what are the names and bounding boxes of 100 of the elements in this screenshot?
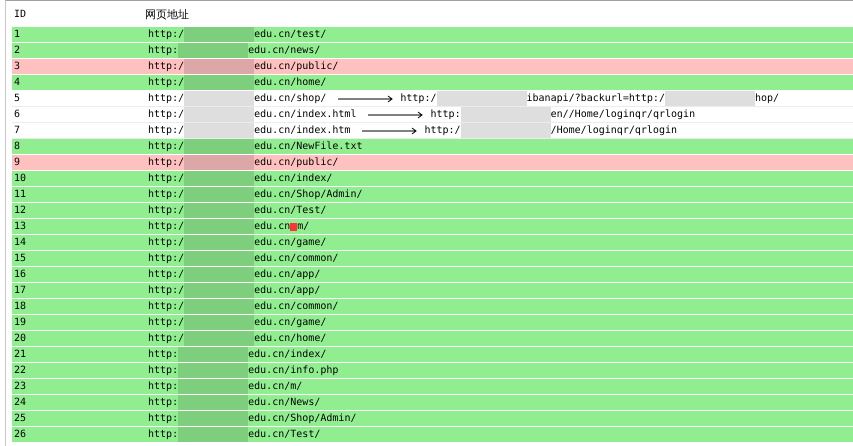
table-row[interactable]: 19 http:/ edu.cn/game/ — [12, 315, 853, 331]
id-cell-text: 20 — [13, 333, 28, 344]
url-text: http:/ — [148, 157, 184, 168]
url-text: http: — [148, 397, 178, 408]
redaction-blur — [184, 91, 254, 106]
url-text: edu.cn/public/ — [254, 61, 338, 72]
id-cell-text: 3 — [13, 61, 22, 72]
id-cell-text: 10 — [13, 173, 28, 184]
url-text: http:/ — [148, 77, 184, 88]
url-text: http:/ — [148, 205, 184, 216]
url-text: http:/ — [148, 285, 184, 296]
id-cell-text: 2 — [13, 45, 22, 56]
url-text: http:/ — [148, 141, 184, 152]
table-row[interactable]: 15 http:/ edu.cn/common/ — [12, 251, 853, 267]
url-text: ibanapi/?backurl=http:/ — [526, 93, 665, 104]
url-text: /Home/loginqr/qrlogin — [550, 125, 678, 136]
id-cell-text: 7 — [13, 125, 22, 136]
table-row[interactable]: 22 http: edu.cn/info.php — [12, 363, 853, 379]
table-row[interactable]: 16 http:/ edu.cn/app/ — [12, 267, 853, 283]
url-text: edu.cn/News/ — [248, 397, 320, 408]
redaction-blur — [184, 139, 254, 154]
table-row[interactable]: 1 http:/ edu.cn/test/ — [12, 27, 853, 43]
url-text: http: — [148, 349, 178, 360]
table-row[interactable]: 14 http:/ edu.cn/game/ — [12, 235, 853, 251]
column-header[interactable]: 网页地址 — [143, 1, 853, 27]
url-text: http:/ — [148, 317, 184, 328]
url-text: edu.cn/NewFile.txt — [254, 141, 362, 152]
id-cell-text: 14 — [13, 237, 28, 248]
url-text: http:/ — [148, 189, 184, 200]
table-row[interactable]: 2 http: edu.cn/news/ — [12, 43, 853, 59]
url-text: http:/ — [148, 269, 184, 280]
table-row[interactable]: 25 http: edu.cn/Shop/Admin/ — [12, 411, 853, 427]
table-row[interactable]: 6 http:/ edu.cn/index.html http: en//Home/loginqr/qrlogin — [12, 107, 853, 123]
table-row[interactable]: 10 http:/ edu.cn/index/ — [12, 171, 853, 187]
table-row[interactable]: 21 http: edu.cn/index/ — [12, 347, 853, 363]
table-row[interactable]: 11 http:/ edu.cn/Shop/Admin/ — [12, 187, 853, 203]
url-text: edu.cn/info.php — [248, 365, 338, 376]
redaction-blur — [178, 411, 248, 426]
redaction-blur — [184, 315, 254, 330]
id-cell-text: 4 — [13, 77, 22, 88]
url-text: http:/ — [148, 125, 184, 136]
table-row[interactable]: 8 http:/ edu.cn/NewFile.txt — [12, 139, 853, 155]
table-row[interactable]: 23 http: edu.cn/m/ — [12, 379, 853, 395]
redaction-blur — [184, 251, 254, 266]
url-text: edu.cn/public/ — [254, 157, 338, 168]
redaction-blur — [178, 427, 248, 442]
url-text: edu.cn/home/ — [254, 333, 326, 344]
table-row[interactable]: 18 http:/ edu.cn/common/ — [12, 299, 853, 315]
table-row[interactable]: 17 http:/ edu.cn/app/ — [12, 283, 853, 299]
url-text: edu.cn/shop/ — [254, 93, 326, 104]
url-text: edu.cn/game/ — [254, 237, 326, 248]
url-text: http:/ — [148, 253, 184, 264]
table-row[interactable]: 3 http:/ edu.cn/public/ — [12, 59, 853, 75]
table-row[interactable]: 24 http: edu.cn/News/ — [12, 395, 853, 411]
redaction-blur — [184, 203, 254, 218]
id-cell-text: 23 — [13, 381, 28, 392]
redaction-blur — [184, 267, 254, 282]
redaction-blur — [184, 331, 254, 346]
url-text: http: — [148, 429, 178, 440]
url-text: http: — [430, 109, 461, 120]
url-text: http:/ — [148, 237, 184, 248]
table-row[interactable]: 13 http:/ edu.cn m/ — [12, 219, 853, 235]
redaction-blur — [184, 171, 254, 186]
redaction-blur — [178, 43, 248, 58]
redaction-blur — [184, 299, 254, 314]
url-text: http: — [148, 413, 178, 424]
id-cell-text: 26 — [13, 429, 28, 440]
url-text: http:/ — [148, 221, 184, 232]
url-text: edu.cn/common/ — [254, 253, 338, 264]
id-cell-text: 12 — [13, 205, 28, 216]
arrow-icon — [368, 110, 424, 118]
id-cell-text: 17 — [13, 285, 28, 296]
redaction-blur — [184, 107, 254, 122]
table-row[interactable]: 5 http:/ edu.cn/shop/ http:/ ibanapi/?backurl=http:/ hop/ — [12, 91, 853, 107]
redaction-blur — [184, 75, 254, 90]
url-text: http:/ — [400, 93, 436, 104]
table-row[interactable]: 12 http:/ edu.cn/Test/ — [12, 203, 853, 219]
url-text: edu.cn/index/ — [248, 349, 326, 360]
arrow-icon — [338, 94, 394, 102]
redaction-blur — [184, 219, 254, 234]
table-row[interactable]: 20 http:/ edu.cn/home/ — [12, 331, 853, 347]
column-header[interactable]: ID — [12, 1, 143, 27]
table-row[interactable]: 4 http:/ edu.cn/home/ — [12, 75, 853, 91]
id-cell-text: 15 — [13, 253, 28, 264]
url-text: edu.cn/index.htm — [254, 125, 350, 136]
url-text: edu.cn/game/ — [254, 317, 326, 328]
url-text: edu.cn/common/ — [254, 301, 338, 312]
redaction-blur — [184, 27, 254, 42]
table-row[interactable]: 9 http:/ edu.cn/public/ — [12, 155, 853, 171]
url-text: hop/ — [754, 93, 780, 104]
url-text: edu.cn/app/ — [254, 285, 320, 296]
url-text: edu.cn/m/ — [248, 381, 302, 392]
url-text: edu.cn — [254, 221, 290, 232]
table-row[interactable]: 26 http: edu.cn/Test/ — [12, 427, 853, 443]
url-text: edu.cn/home/ — [254, 77, 326, 88]
id-cell-text: 1 — [13, 29, 22, 40]
table-row[interactable]: 7 http:/ edu.cn/index.htm http:/ /Home/loginqr/qrlogin — [12, 123, 853, 139]
url-text: edu.cn/app/ — [254, 269, 320, 280]
redaction-blur — [184, 187, 254, 202]
url-text: edu.cn/test/ — [254, 29, 326, 40]
